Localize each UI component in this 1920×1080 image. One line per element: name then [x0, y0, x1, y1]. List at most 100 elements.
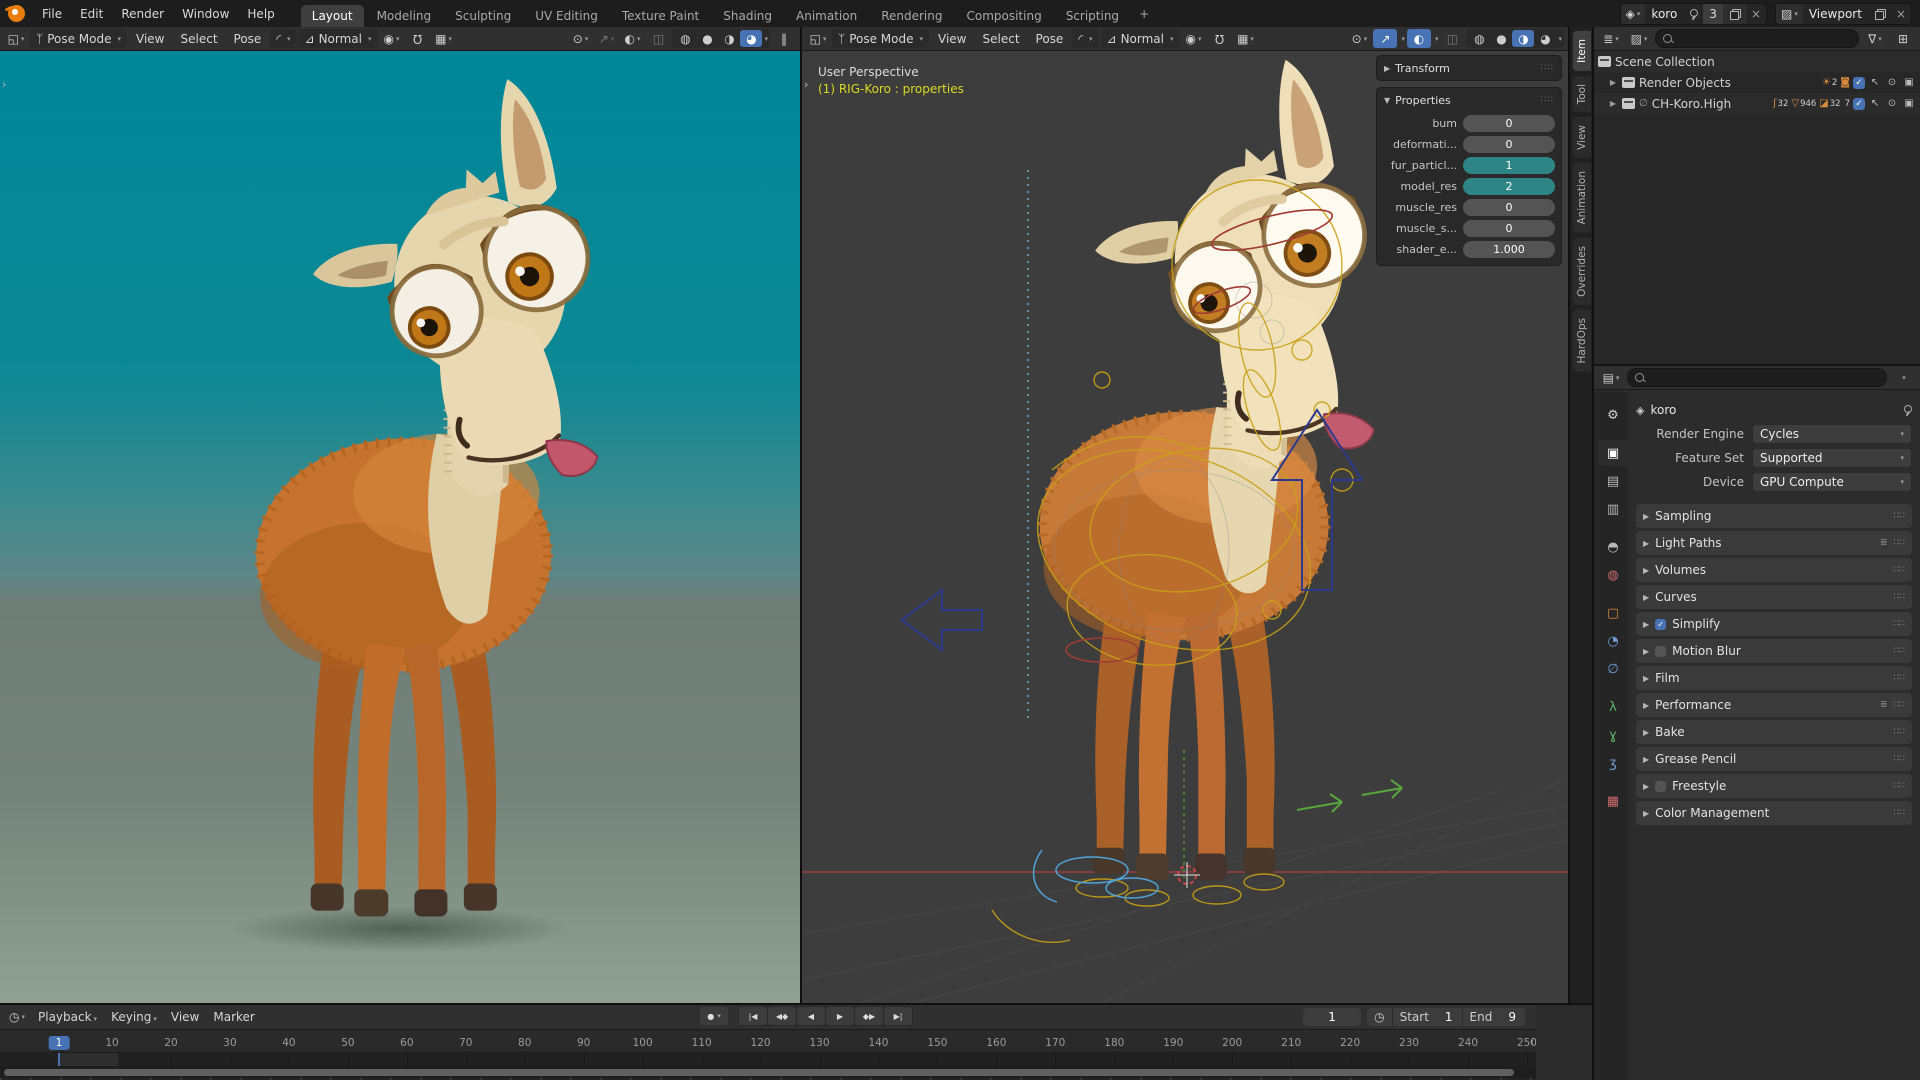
ruler-tick[interactable]: 50: [341, 1037, 354, 1049]
panel-list-icon[interactable]: ≣: [1880, 700, 1887, 710]
view-layer-remove-button[interactable]: ×: [1891, 7, 1911, 21]
overlays-toggle[interactable]: ◐▾: [620, 29, 644, 48]
toolbar-expand-icon[interactable]: ›: [804, 78, 808, 91]
view-menu[interactable]: View: [931, 32, 973, 46]
properties-editor-type-button[interactable]: ▤▾: [1599, 368, 1623, 387]
scene-unlink-button[interactable]: ×: [1746, 7, 1766, 21]
pose-menu[interactable]: Pose: [227, 32, 269, 46]
shading-dropdown[interactable]: ▾: [764, 35, 768, 43]
next-keyframe-button[interactable]: ◆▶: [855, 1007, 883, 1025]
object-visibility-dropdown[interactable]: ⊙▾: [1347, 29, 1371, 48]
rig-property-value[interactable]: 0: [1463, 220, 1555, 237]
ruler-tick[interactable]: 40: [282, 1037, 295, 1049]
ruler-tick[interactable]: 60: [400, 1037, 413, 1049]
ruler-tick[interactable]: 220: [1340, 1037, 1360, 1049]
select-menu[interactable]: Select: [976, 32, 1027, 46]
scene-users-count[interactable]: 3: [1703, 4, 1723, 24]
outliner-filter-button[interactable]: ∇▾: [1863, 29, 1887, 48]
workspace-tab[interactable]: Animation: [785, 5, 868, 27]
current-frame-badge[interactable]: 1: [49, 1036, 70, 1050]
select-menu[interactable]: Select: [174, 32, 225, 46]
ruler-tick[interactable]: 230: [1399, 1037, 1419, 1049]
playhead[interactable]: [58, 1053, 60, 1066]
snap-toggle[interactable]: Ω: [406, 29, 430, 48]
tab-texture[interactable]: ▦: [1598, 788, 1628, 814]
viewport-right-canvas[interactable]: ›: [802, 50, 1568, 1003]
properties-panel-header[interactable]: ▼ Properties ∷∷: [1377, 88, 1561, 112]
workspace-tab[interactable]: Modeling: [366, 5, 443, 27]
pin-icon[interactable]: [1902, 404, 1912, 416]
timeline-scrollbar[interactable]: [0, 1066, 1536, 1078]
rig-property-value[interactable]: 0: [1463, 199, 1555, 216]
ruler-tick[interactable]: 170: [1045, 1037, 1065, 1049]
panel-checkbox[interactable]: ✓: [1655, 619, 1666, 630]
tab-output[interactable]: ▤: [1598, 468, 1628, 494]
end-frame-field[interactable]: 9: [1499, 1010, 1525, 1024]
ruler-tick[interactable]: 100: [633, 1037, 653, 1049]
ruler-tick[interactable]: 80: [518, 1037, 531, 1049]
xray-toggle[interactable]: ◫: [646, 29, 670, 48]
panel-checkbox[interactable]: ✓: [1655, 781, 1666, 792]
drag-handle-icon[interactable]: ∷∷: [1894, 511, 1905, 521]
ruler-tick[interactable]: 70: [459, 1037, 472, 1049]
properties-options-dropdown[interactable]: ▾: [1891, 368, 1915, 387]
drag-handle-icon[interactable]: ∷∷: [1894, 646, 1905, 656]
tab-render[interactable]: ▣: [1598, 440, 1628, 466]
ruler-tick[interactable]: 190: [1163, 1037, 1183, 1049]
app-menu-item[interactable]: File: [33, 0, 71, 27]
collapsible-panel[interactable]: ▶ ✓ Color Management ≣∷∷: [1636, 801, 1912, 825]
shading-rendered-button[interactable]: ◕: [740, 30, 762, 47]
timeline-track[interactable]: [0, 1053, 1536, 1066]
overlays-toggle[interactable]: ◐: [1407, 29, 1431, 48]
ruler-tick[interactable]: 110: [692, 1037, 712, 1049]
ruler-tick[interactable]: 150: [927, 1037, 947, 1049]
shading-wireframe-button[interactable]: ◍: [1468, 30, 1490, 47]
outliner-row-render-objects[interactable]: ▶ Render Objects ☀2 ◙ ✓ ↖ ⊙ ▣: [1594, 72, 1920, 93]
view-layer-copy-button[interactable]: [1868, 4, 1891, 24]
falloff-dropdown[interactable]: ◜▾: [270, 29, 296, 48]
rig-property-value[interactable]: 1: [1463, 157, 1555, 174]
drag-handle-icon[interactable]: ∷∷: [1894, 619, 1905, 629]
gizmos-toggle[interactable]: ↗▾: [594, 29, 618, 48]
new-collection-button[interactable]: ⊞: [1891, 29, 1915, 48]
shading-solid-button[interactable]: ●: [1490, 30, 1512, 47]
playback-menu[interactable]: Playback▾: [31, 1010, 104, 1024]
snap-settings-dropdown[interactable]: ▦▾: [432, 29, 456, 48]
sidebar-tab[interactable]: Overrides: [1573, 238, 1591, 305]
hide-viewport-icon[interactable]: ⊙: [1885, 98, 1899, 109]
workspace-tab[interactable]: Compositing: [955, 5, 1052, 27]
tab-scene[interactable]: ◓: [1598, 534, 1628, 560]
ruler-tick[interactable]: 30: [223, 1037, 236, 1049]
keying-menu[interactable]: Keying▾: [104, 1010, 164, 1024]
scene-copy-button[interactable]: [1723, 4, 1746, 24]
outliner-search-input[interactable]: [1655, 29, 1859, 48]
breadcrumb-scene-name[interactable]: koro: [1650, 403, 1676, 417]
app-menu-item[interactable]: Render: [112, 0, 173, 27]
object-visibility-dropdown[interactable]: ⊙▾: [568, 29, 592, 48]
workspace-tab[interactable]: Shading: [712, 5, 783, 27]
drag-handle-icon[interactable]: ∷∷: [1894, 808, 1905, 818]
outliner-display-mode-dropdown[interactable]: ▨▾: [1627, 29, 1651, 48]
sidebar-tab[interactable]: Item: [1573, 31, 1591, 71]
rig-property-value[interactable]: 2: [1463, 178, 1555, 195]
gizmos-toggle[interactable]: ↗: [1373, 29, 1397, 48]
ruler-tick[interactable]: 90: [577, 1037, 590, 1049]
falloff-dropdown[interactable]: ◜▾: [1072, 29, 1098, 48]
play-reverse-button[interactable]: ◀: [797, 1007, 825, 1025]
sidebar-tab[interactable]: Animation: [1573, 163, 1591, 233]
app-menu-item[interactable]: Window: [173, 0, 238, 27]
workspace-tab[interactable]: Scripting: [1055, 5, 1130, 27]
tab-object[interactable]: ▢: [1598, 600, 1628, 626]
collapsible-panel[interactable]: ▶ ✓ Volumes ≣∷∷: [1636, 558, 1912, 582]
drag-handle-icon[interactable]: ∷∷: [1894, 754, 1905, 764]
sidebar-tab[interactable]: Tool: [1573, 76, 1591, 112]
workspace-tab[interactable]: Rendering: [870, 5, 953, 27]
ruler-tick[interactable]: 240: [1458, 1037, 1478, 1049]
shading-wireframe-button[interactable]: ◍: [674, 30, 696, 47]
tab-constraints[interactable]: ∅: [1598, 656, 1628, 682]
drag-handle-icon[interactable]: ∷∷: [1894, 673, 1905, 683]
tab-bone[interactable]: ɣ: [1598, 722, 1628, 748]
hide-render-icon[interactable]: ▣: [1902, 77, 1916, 88]
collapsible-panel[interactable]: ▶ ✓ Bake ≣∷∷: [1636, 720, 1912, 744]
hide-viewport-icon[interactable]: ⊙: [1885, 77, 1899, 88]
